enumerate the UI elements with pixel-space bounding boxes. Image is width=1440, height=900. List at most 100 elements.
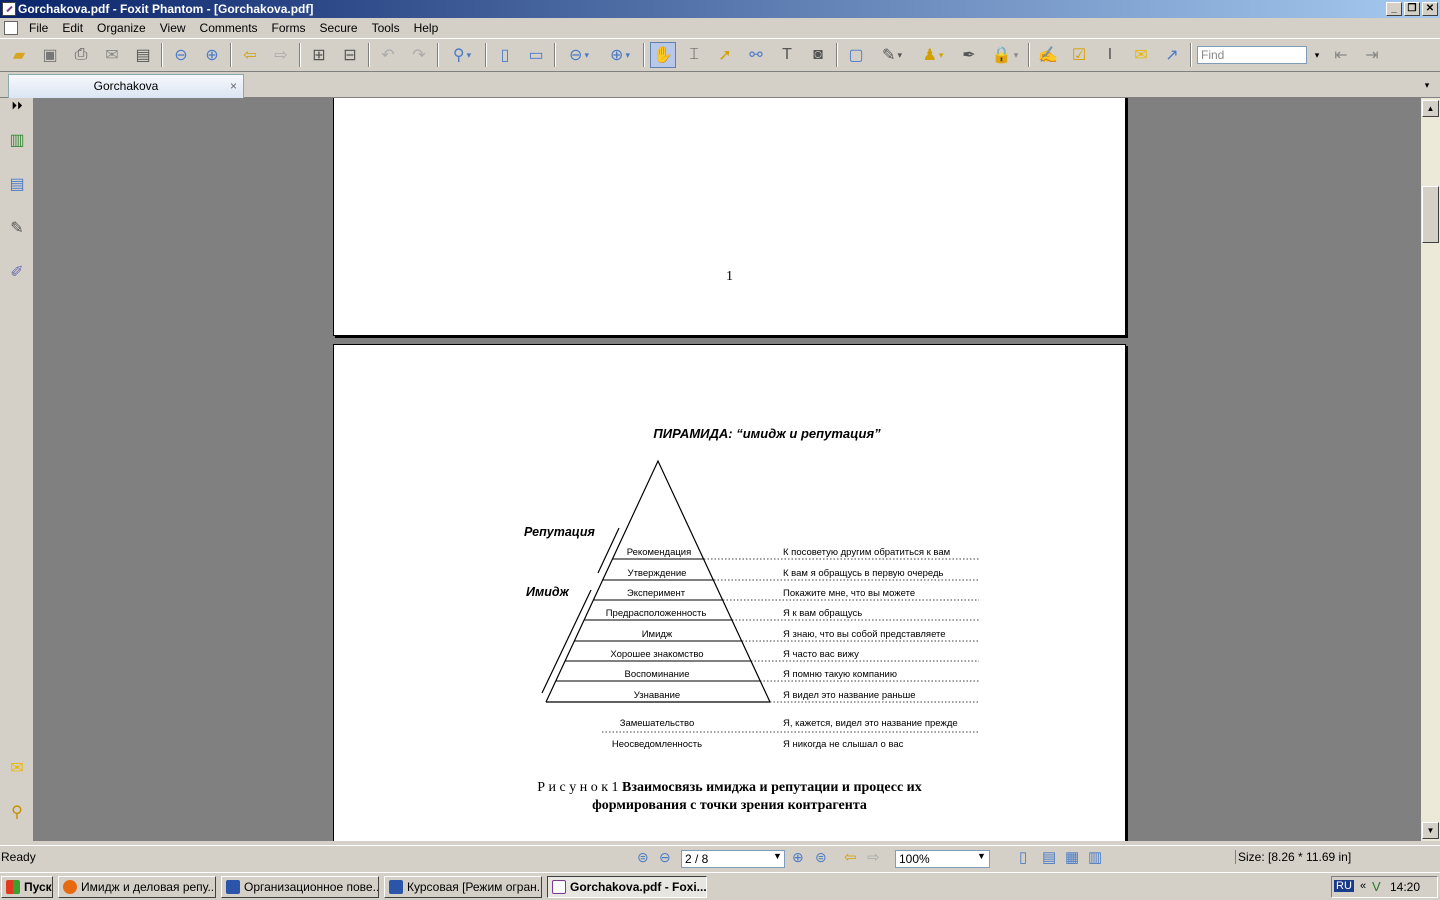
menu-edit[interactable]: Edit <box>55 18 90 38</box>
redo-icon[interactable]: ↷ <box>406 42 432 68</box>
document-icon[interactable] <box>4 21 18 35</box>
tray-expand-icon[interactable]: « <box>1360 880 1366 892</box>
next-page-status-icon[interactable]: ⊕ <box>792 849 804 866</box>
menu-forms[interactable]: Forms <box>265 18 313 38</box>
scroll-down-icon[interactable]: ▼ <box>1422 822 1439 839</box>
taskbar-item-word-1[interactable]: Организационное пове... <box>221 876 379 898</box>
comment-icon[interactable]: ✉ <box>1128 42 1154 68</box>
foxit-app-icon[interactable] <box>2 2 16 16</box>
stage-label: Имидж <box>642 629 673 640</box>
zoom-in-icon[interactable]: ⊕ <box>602 42 638 68</box>
pages-icon[interactable]: ▤ <box>7 174 27 196</box>
menu-help[interactable]: Help <box>407 18 446 38</box>
fit-width-icon[interactable]: ▭ <box>523 42 549 68</box>
page-number-field[interactable]: 2 / 8 <box>681 850 785 868</box>
phrase-label: К посоветую другим обратиться к вам <box>783 547 950 558</box>
taskbar-item-word-2[interactable]: Курсовая [Режим огран... <box>384 876 542 898</box>
hand-tool-icon[interactable]: ✋ <box>650 42 676 68</box>
tab-close-icon[interactable]: × <box>230 75 237 97</box>
back-arrow-icon[interactable]: ⇦ <box>237 42 263 68</box>
continuous-icon[interactable]: ▤ <box>1042 848 1056 866</box>
stamp-icon[interactable]: ♟ <box>915 42 951 68</box>
save-icon[interactable]: ▣ <box>37 42 63 68</box>
menu-view[interactable]: View <box>153 18 193 38</box>
find-binoculars-icon[interactable]: ⚯ <box>743 42 769 68</box>
note-edit-icon[interactable]: ✍ <box>1035 42 1061 68</box>
previous-view-icon[interactable]: ⇦ <box>844 848 857 866</box>
single-page-icon[interactable]: ▯ <box>1019 848 1027 866</box>
next-view-icon[interactable]: ⇨ <box>867 848 880 866</box>
tab-gorchakova[interactable]: Gorchakova × <box>8 74 244 98</box>
vertical-scrollbar[interactable]: ▲ ▼ <box>1421 98 1440 841</box>
stage-label: Воспоминание <box>624 669 689 680</box>
zoom-dropdown-icon[interactable]: ▼ <box>977 851 986 861</box>
find-dropdown-icon[interactable]: ▾ <box>1311 42 1323 68</box>
form-tool-icon[interactable]: ✎ <box>874 42 910 68</box>
menu-tools[interactable]: Tools <box>365 18 407 38</box>
page-size-info: Size: [8.26 * 11.69 in] <box>1235 850 1351 864</box>
antivirus-tray-icon[interactable]: V <box>1372 879 1381 894</box>
snapshot-icon[interactable]: ◙ <box>805 42 831 68</box>
document-viewport[interactable]: 1 ПИРАМИДА: “имидж и репутация” Репутаци… <box>34 98 1421 841</box>
minimize-button[interactable]: _ <box>1386 2 1402 16</box>
print-icon[interactable]: ⎙ <box>68 42 94 68</box>
select-text-icon[interactable]: ⌶ <box>681 42 707 68</box>
next-page-icon[interactable]: ⊕ <box>199 42 225 68</box>
rectangle-icon[interactable]: ▢ <box>843 42 869 68</box>
tab-list-dropdown-icon[interactable]: ▾ <box>1420 77 1434 93</box>
prev-page-status-icon[interactable]: ⊖ <box>659 849 671 866</box>
page-1: 1 <box>333 98 1126 336</box>
insert-page-icon[interactable]: ⊞ <box>306 42 332 68</box>
menu-secure[interactable]: Secure <box>313 18 365 38</box>
scroll-up-icon[interactable]: ▲ <box>1422 100 1439 117</box>
textbox-icon[interactable]: I <box>1097 42 1123 68</box>
start-button[interactable]: Пуск <box>1 876 53 898</box>
typewriter-icon[interactable]: T <box>774 42 800 68</box>
checklist-icon[interactable]: ☑ <box>1066 42 1092 68</box>
scroll-thumb[interactable] <box>1422 186 1439 243</box>
menu-file[interactable]: File <box>22 18 55 38</box>
scan-icon[interactable]: ▤ <box>130 42 156 68</box>
zoom-tool-icon[interactable]: ⚲ <box>444 42 480 68</box>
phrase-label: К вам я обращусь в первую очередь <box>783 568 944 579</box>
continuous-facing-icon[interactable]: ▥ <box>1088 848 1102 866</box>
restore-button[interactable]: ❐ <box>1404 2 1420 16</box>
find-previous-icon[interactable]: ⇤ <box>1328 42 1354 68</box>
signatures-icon[interactable]: ✐ <box>7 262 27 284</box>
layers-edit-icon[interactable]: ✎ <box>7 218 27 240</box>
select-annotation-icon[interactable]: ➚ <box>712 42 738 68</box>
first-page-icon[interactable]: ⊜ <box>637 849 649 866</box>
undo-icon[interactable]: ↶ <box>375 42 401 68</box>
taskbar-item-firefox[interactable]: Имидж и деловая репу... <box>58 876 216 898</box>
page-dropdown-icon[interactable]: ▼ <box>773 851 782 861</box>
taskbar-item-foxit[interactable]: Gorchakova.pdf - Foxi... <box>547 876 707 898</box>
expand-panel-icon[interactable]: ⏵⏵ <box>7 100 27 122</box>
attachments-icon[interactable]: ⚲ <box>7 802 27 824</box>
caption-bold-1: Взаимосвязь имиджа и репутации и процесс… <box>622 780 922 795</box>
bookmarks-icon[interactable]: ▥ <box>7 130 27 152</box>
menu-organize[interactable]: Organize <box>90 18 153 38</box>
zoom-out-icon[interactable]: ⊖ <box>561 42 597 68</box>
open-folder-icon[interactable]: ▰ <box>6 42 32 68</box>
stage-label: Замешательство <box>620 718 695 729</box>
email-icon[interactable]: ✉ <box>99 42 125 68</box>
extract-page-icon[interactable]: ⊟ <box>337 42 363 68</box>
comments-panel-icon[interactable]: ✉ <box>7 758 27 780</box>
find-next-icon[interactable]: ⇥ <box>1359 42 1385 68</box>
arrow-icon[interactable]: ↗ <box>1159 42 1185 68</box>
foxit-icon <box>552 880 566 894</box>
forward-arrow-icon[interactable]: ⇨ <box>268 42 294 68</box>
last-page-icon[interactable]: ⊜ <box>815 849 827 866</box>
phrase-label: Я знаю, что вы собой представляете <box>783 629 946 640</box>
close-button[interactable]: ✕ <box>1422 2 1438 16</box>
sign-icon[interactable]: ✒ <box>956 42 982 68</box>
security-lock-icon[interactable]: 🔒 <box>987 42 1023 68</box>
find-input[interactable]: Find <box>1197 46 1307 64</box>
previous-page-icon[interactable]: ⊖ <box>168 42 194 68</box>
language-indicator[interactable]: RU <box>1334 880 1354 892</box>
zoom-field[interactable]: 100% <box>895 850 990 868</box>
label-reputation: Репутация <box>524 525 595 539</box>
facing-icon[interactable]: ▦ <box>1065 848 1079 866</box>
menu-comments[interactable]: Comments <box>193 18 265 38</box>
fit-page-icon[interactable]: ▯ <box>492 42 518 68</box>
